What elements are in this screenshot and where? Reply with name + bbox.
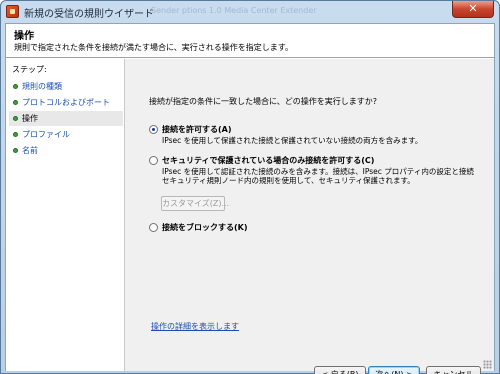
allow-secure-description-line2: セキュリティ規則ノード内の規則を使用して、セキュリティ保護されます。 [162,176,415,185]
step-item-profile[interactable]: プロファイル [9,127,123,142]
step-bullet-icon [13,84,18,89]
allow-radio[interactable] [149,125,158,134]
step-item-name[interactable]: 名前 [9,143,123,158]
resize-grip-icon[interactable] [483,360,492,369]
step-label: プロファイル [22,130,70,139]
cancel-button[interactable]: キャンセル [426,366,481,374]
back-button[interactable]: < 戻る(B) [314,366,366,374]
wizard-window: 新規の受信の規則ウイザード Sender ptions 1.0 Media Ce… [0,0,500,374]
step-label: 規則の種類 [22,82,62,91]
allow-secure-option-label[interactable]: セキュリティで保護されている場合のみ接続を許可する(C) [162,155,374,166]
background-window-title: Sender ptions 1.0 Media Center Extender [151,6,317,15]
close-button[interactable]: ✕ [452,1,494,18]
title-bar[interactable]: 新規の受信の規則ウイザード Sender ptions 1.0 Media Ce… [1,1,499,23]
page-subtitle: 規則で指定された条件を接続が満たす場合に、実行される操作を指定します。 [14,43,293,52]
step-bullet-icon [13,132,18,137]
firewall-app-icon [6,5,19,18]
allow-option-label[interactable]: 接続を許可する(A) [162,124,232,135]
step-bullet-icon [13,148,18,153]
block-radio[interactable] [149,223,158,232]
step-item-action[interactable]: 操作 [9,111,123,126]
close-icon: ✕ [468,2,478,15]
action-question: 接続が指定の条件に一致した場合に、どの操作を実行しますか? [149,97,378,106]
step-item-protocol-ports[interactable]: プロトコルおよびポート [9,95,123,110]
window-title: 新規の受信の規則ウイザード [24,9,154,20]
page-title: 操作 [14,31,34,42]
step-label: 名前 [22,146,38,155]
allow-option-description: IPsec を使用して保護された接続と保護されていない接続の両方を含みます。 [162,136,423,145]
steps-heading: ステップ: [12,65,47,74]
step-label: プロトコルおよびポート [22,98,110,107]
allow-secure-description-line1: IPsec を使用して認証された接続のみを含みます。接続は、IPsec プロパテ… [162,167,474,176]
next-button[interactable]: 次へ(N) > [368,366,420,374]
customize-button[interactable]: カスタマイズ(Z)... [161,196,229,211]
allow-secure-radio[interactable] [149,156,158,165]
action-pane: 接続が指定の条件に一致した場合に、どの操作を実行しますか? 接続を許可する(A)… [125,59,494,374]
block-option-label[interactable]: 接続をブロックする(K) [162,222,248,233]
wizard-client-area: 操作 規則で指定された条件を接続が満たす場合に、実行される操作を指定します。 ス… [5,23,495,374]
header-divider [6,57,494,58]
steps-pane: ステップ: 規則の種類 プロトコルおよびポート 操作 プロファイル 名前 [6,59,124,371]
step-label: 操作 [22,114,38,123]
step-bullet-icon [13,116,18,121]
action-details-link[interactable]: 操作の詳細を表示します [151,321,239,332]
wizard-header: 操作 規則で指定された条件を接続が満たす場合に、実行される操作を指定します。 [6,24,494,56]
step-item-rule-type[interactable]: 規則の種類 [9,79,123,94]
step-bullet-icon [13,100,18,105]
